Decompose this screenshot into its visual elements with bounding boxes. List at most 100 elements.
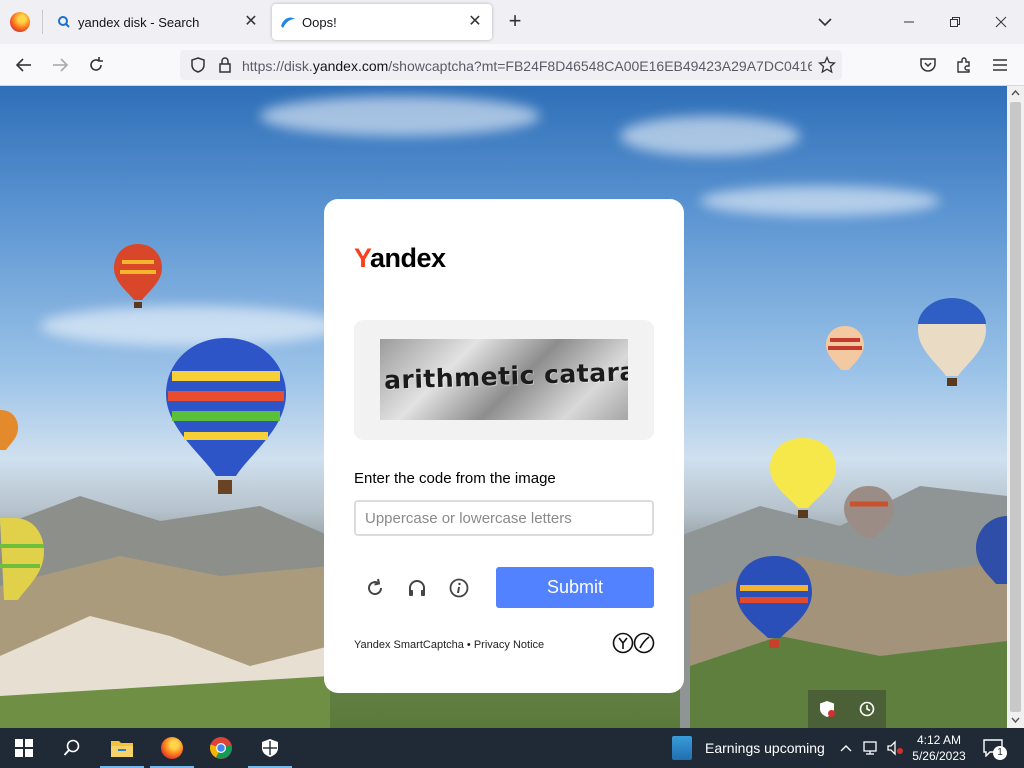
taskbar-clock[interactable]: 4:12 AM 5/26/2023: [906, 732, 972, 764]
info-button[interactable]: [446, 575, 472, 601]
arrow-left-icon: [15, 58, 31, 72]
hot-air-balloon-image: [0, 518, 44, 600]
taskbar-search-button[interactable]: [48, 728, 96, 768]
tab-oops[interactable]: Oops! ✕: [272, 4, 492, 40]
chevron-up-icon: [840, 745, 852, 752]
close-window-button[interactable]: [978, 0, 1024, 44]
tab-search[interactable]: yandex disk - Search ✕: [48, 4, 268, 40]
url-path: /showcaptcha?mt=FB24F8D46548CA00E16EB494…: [388, 58, 812, 74]
captcha-image-text: arithmetic cataract: [383, 356, 628, 395]
url-host: yandex.com: [312, 58, 389, 74]
background-cloud: [700, 186, 940, 216]
tab-close-icon[interactable]: ✕: [242, 13, 260, 31]
new-tab-button[interactable]: +: [502, 9, 528, 35]
search-icon: [63, 739, 80, 756]
info-icon: [449, 578, 469, 598]
tab-separator: [42, 10, 43, 34]
hot-air-balloon-image: [976, 516, 1007, 584]
captcha-image: arithmetic cataract: [380, 339, 628, 420]
hot-air-balloon-image: [918, 298, 986, 386]
tab-strip: yandex disk - Search ✕ Oops! ✕ +: [0, 0, 1024, 44]
taskbar-firefox[interactable]: [148, 728, 196, 768]
scroll-down-icon[interactable]: [1011, 716, 1020, 724]
headphones-icon: [409, 580, 425, 596]
scroll-up-icon[interactable]: [1011, 89, 1020, 97]
taskbar-file-explorer[interactable]: [98, 728, 146, 768]
volume-muted-icon: [887, 740, 903, 756]
reload-button[interactable]: [82, 51, 110, 79]
yandex-logo-rest: andex: [370, 243, 446, 273]
menu-button[interactable]: [986, 51, 1014, 79]
minimize-icon: [904, 21, 914, 23]
captcha-code-input[interactable]: [354, 500, 654, 536]
chrome-icon: [210, 737, 232, 759]
lock-icon[interactable]: [217, 56, 233, 74]
close-icon: [995, 16, 1007, 28]
captcha-prompt: Enter the code from the image: [354, 470, 556, 487]
taskbar-chrome[interactable]: [197, 728, 245, 768]
clock-icon[interactable]: [858, 700, 876, 718]
shield-icon[interactable]: [189, 56, 207, 74]
page-viewport: Yandex arithmetic cataract Enter the cod…: [0, 86, 1007, 728]
restore-icon: [950, 17, 960, 27]
smartcaptcha-link[interactable]: Yandex SmartCaptcha: [354, 639, 464, 651]
windows-taskbar: Earnings upcoming 4:12 AM 5/26/2023 1: [0, 728, 1024, 768]
hamburger-menu-icon: [993, 59, 1007, 71]
extensions-button[interactable]: [950, 51, 978, 79]
clock-date: 5/26/2023: [912, 749, 966, 763]
scrollbar-thumb[interactable]: [1010, 102, 1021, 712]
firefox-icon[interactable]: [10, 12, 30, 32]
tab-title: Oops!: [302, 15, 337, 30]
firefox-icon: [161, 737, 183, 759]
notification-count-badge: 1: [993, 746, 1007, 760]
network-button[interactable]: [860, 728, 882, 768]
captcha-footer: Yandex SmartCaptcha • Privacy Notice: [354, 639, 544, 651]
back-button[interactable]: [10, 51, 38, 79]
chevron-down-icon[interactable]: [814, 12, 836, 32]
news-widget-text: Earnings upcoming: [705, 740, 825, 756]
forward-button[interactable]: [46, 51, 74, 79]
pocket-button[interactable]: [914, 51, 942, 79]
shield-icon: [262, 739, 278, 757]
taskbar-security-app[interactable]: [246, 728, 294, 768]
tab-close-icon[interactable]: ✕: [466, 13, 484, 31]
hot-air-balloon-image: [0, 410, 18, 450]
page-scrollbar[interactable]: [1007, 86, 1024, 728]
tray-overflow-button[interactable]: [836, 728, 856, 768]
network-icon: [863, 741, 877, 755]
hot-air-balloon-image: [770, 438, 836, 518]
navigation-toolbar: https://disk.yandex.com/showcaptcha?mt=F…: [0, 44, 1024, 86]
notifications-button[interactable]: 1: [978, 728, 1008, 768]
news-icon: [672, 736, 692, 760]
restore-button[interactable]: [932, 0, 978, 44]
yandex-logo: Yandex: [354, 243, 446, 274]
star-icon[interactable]: [818, 56, 836, 74]
background-cloud: [260, 96, 540, 136]
hot-air-balloon-image: [826, 326, 864, 370]
news-widget[interactable]: Earnings upcoming: [672, 728, 825, 768]
background-cloud: [620, 116, 800, 156]
audio-captcha-button[interactable]: [404, 575, 430, 601]
overlay-icon-tray: [808, 690, 886, 728]
url-prefix: https://disk.: [242, 58, 313, 74]
privacy-notice-link[interactable]: Privacy Notice: [474, 639, 544, 651]
url-text: https://disk.yandex.com/showcaptcha?mt=F…: [242, 58, 812, 74]
windows-logo-icon: [15, 739, 33, 757]
refresh-captcha-button[interactable]: [362, 575, 388, 601]
pocket-icon: [920, 58, 936, 72]
refresh-icon: [368, 578, 383, 596]
clock-time: 4:12 AM: [916, 733, 962, 747]
puzzle-icon: [957, 57, 970, 73]
hot-air-balloon-image: [166, 338, 286, 494]
tab-title: yandex disk - Search: [78, 15, 200, 30]
start-button[interactable]: [0, 728, 48, 768]
address-bar[interactable]: https://disk.yandex.com/showcaptcha?mt=F…: [180, 50, 842, 80]
footer-separator: •: [463, 639, 474, 651]
submit-button[interactable]: Submit: [496, 567, 654, 608]
hot-air-balloon-image: [844, 486, 894, 538]
security-shield-icon[interactable]: [818, 700, 836, 718]
hot-air-balloon-image: [736, 556, 812, 648]
volume-button[interactable]: [884, 728, 906, 768]
captcha-image-container: arithmetic cataract: [354, 320, 654, 440]
minimize-button[interactable]: [886, 0, 932, 44]
